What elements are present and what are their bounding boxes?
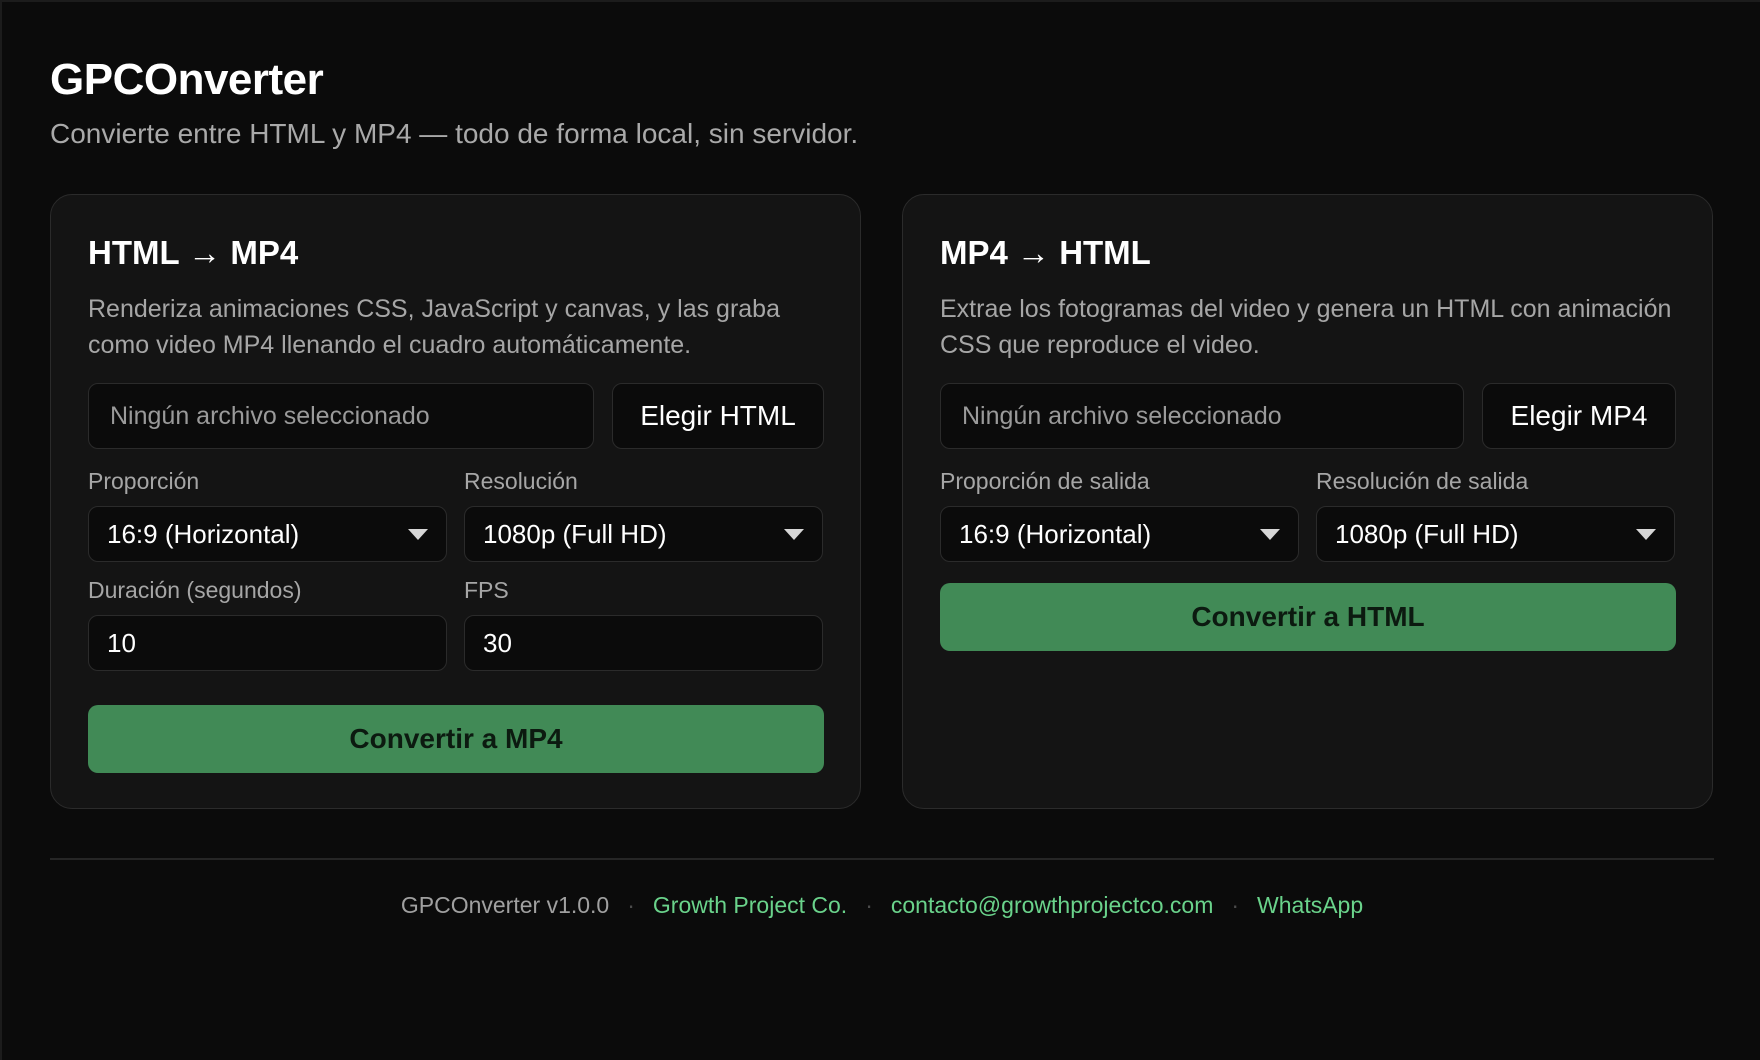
html-to-mp4-card: HTML → MP4 Renderiza animaciones CSS, Ja… [50, 194, 861, 809]
choose-html-button[interactable]: Elegir HTML [612, 383, 824, 449]
output-aspect-ratio-select[interactable]: 16:9 (Horizontal) [940, 506, 1299, 562]
email-link[interactable]: contacto@growthprojectco.com [891, 887, 1214, 923]
app-title: GPCOnverter [50, 55, 324, 104]
convert-to-mp4-button[interactable]: Convertir a MP4 [88, 705, 824, 773]
card-title: MP4 → HTML [940, 234, 1151, 271]
selected-file-display[interactable]: Ningún archivo seleccionado [940, 383, 1464, 449]
caret-down-icon [1260, 528, 1280, 540]
file-picker-row: Ningún archivo seleccionado Elegir MP4 [940, 383, 1676, 449]
footer: GPCOnverter v1.0.0 · Growth Project Co. … [2, 887, 1760, 923]
caret-down-icon [784, 528, 804, 540]
resolution-label: Resolución [464, 468, 578, 494]
footer-separator: · [1231, 892, 1240, 918]
output-aspect-ratio-value: 16:9 (Horizontal) [959, 518, 1152, 549]
duration-label: Duración (segundos) [88, 577, 302, 603]
resolution-select[interactable]: 1080p (Full HD) [464, 506, 823, 562]
file-picker-row: Ningún archivo seleccionado Elegir HTML [88, 383, 824, 449]
card-title: HTML → MP4 [88, 234, 299, 271]
version-text: GPCOnverter v1.0.0 [400, 892, 610, 918]
whatsapp-link[interactable]: WhatsApp [1257, 887, 1363, 923]
app-header: GPCOnverter Convierte entre HTML y MP4 —… [50, 50, 858, 152]
company-link[interactable]: Growth Project Co. [653, 887, 847, 923]
selected-file-display[interactable]: Ningún archivo seleccionado [88, 383, 594, 449]
resolution-value: 1080p (Full HD) [483, 518, 667, 549]
footer-divider [50, 858, 1714, 860]
card-description: Extrae los fotogramas del video y genera… [940, 295, 1672, 359]
duration-field: Duración (segundos) 10 [88, 575, 447, 671]
convert-to-html-button[interactable]: Convertir a HTML [940, 583, 1676, 651]
aspect-ratio-label: Proporción [88, 468, 200, 494]
caret-down-icon [408, 528, 428, 540]
footer-separator: · [627, 892, 635, 918]
output-aspect-ratio-label: Proporción de salida [940, 468, 1150, 494]
resolution-field: Resolución 1080p (Full HD) [464, 466, 823, 562]
output-resolution-label: Resolución de salida [1316, 468, 1529, 494]
aspect-ratio-select[interactable]: 16:9 (Horizontal) [88, 506, 447, 562]
output-resolution-value: 1080p (Full HD) [1335, 518, 1519, 549]
aspect-ratio-value: 16:9 (Horizontal) [107, 518, 300, 549]
caret-down-icon [1636, 528, 1656, 540]
aspect-ratio-field: Proporción 16:9 (Horizontal) [88, 466, 447, 562]
fps-label: FPS [464, 577, 509, 603]
app-subtitle: Convierte entre HTML y MP4 — todo de for… [50, 118, 859, 149]
fps-input[interactable]: 30 [464, 615, 823, 671]
choose-mp4-button[interactable]: Elegir MP4 [1482, 383, 1676, 449]
card-description: Renderiza animaciones CSS, JavaScript y … [88, 295, 780, 359]
footer-separator: · [865, 892, 873, 918]
duration-input[interactable]: 10 [88, 615, 447, 671]
output-resolution-field: Resolución de salida 1080p (Full HD) [1316, 466, 1675, 562]
output-aspect-ratio-field: Proporción de salida 16:9 (Horizontal) [940, 466, 1299, 562]
output-resolution-select[interactable]: 1080p (Full HD) [1316, 506, 1675, 562]
mp4-to-html-card: MP4 → HTML Extrae los fotogramas del vid… [902, 194, 1713, 809]
fps-field: FPS 30 [464, 575, 823, 671]
